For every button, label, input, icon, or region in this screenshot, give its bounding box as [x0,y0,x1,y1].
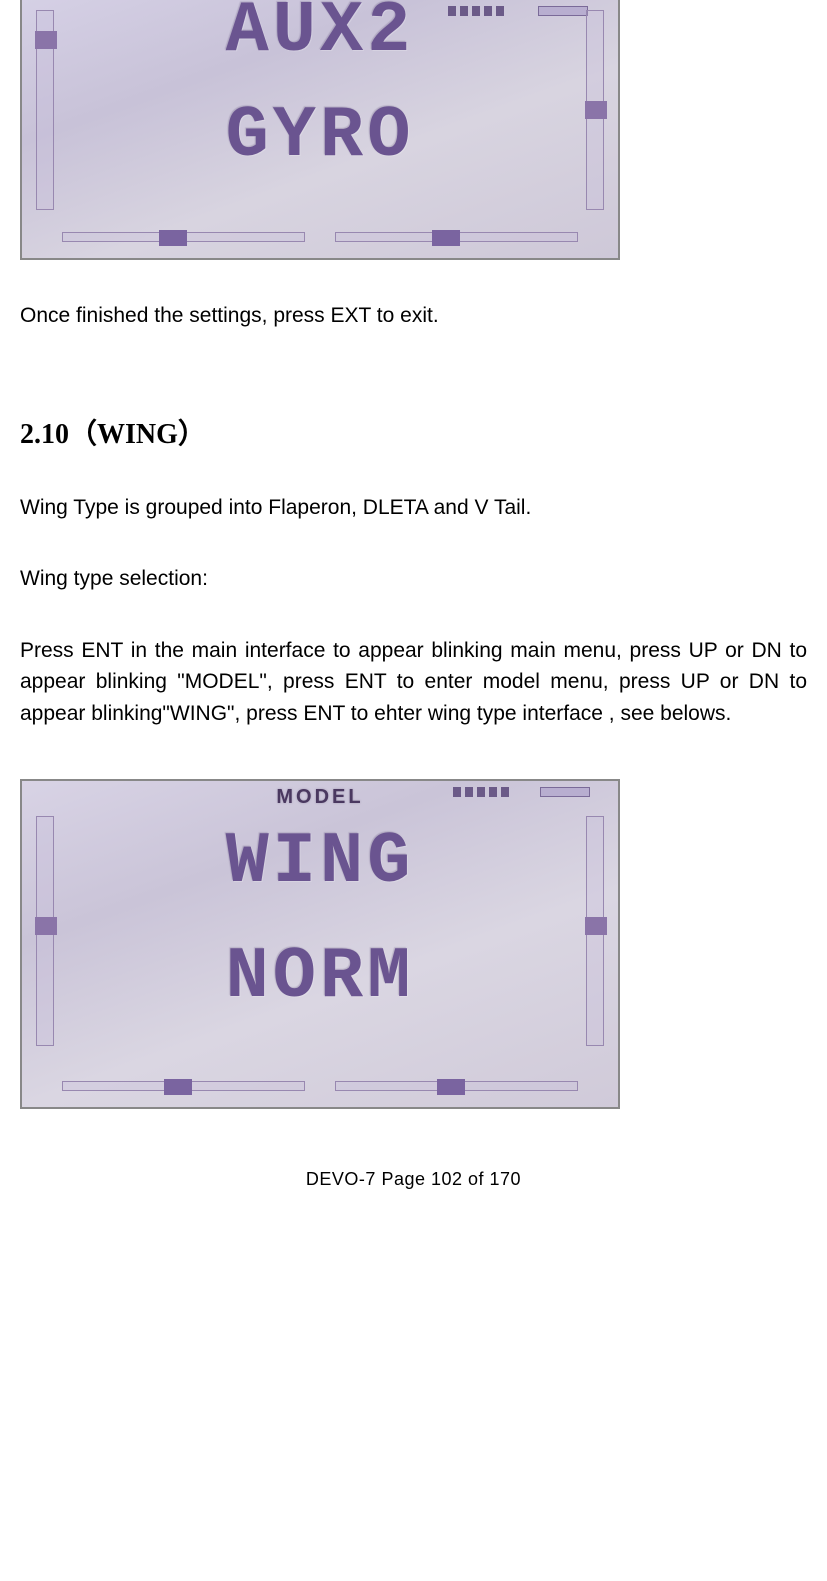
lcd-display: AUX2 GYRO [20,0,620,260]
left-trim-bar [36,10,54,210]
bottom-trim-left-marker [159,230,187,246]
bottom-trim-left-marker [164,1079,192,1095]
paragraph-wing-selection-label: Wing type selection: [20,563,807,595]
bottom-trim-right-marker [432,230,460,246]
page-footer: DEVO-7 Page 102 of 170 [0,1169,827,1190]
lcd-line-1: WING [82,821,558,903]
bottom-trim-bars [62,1075,578,1097]
lcd-screenshot-aux2: AUX2 GYRO [20,0,620,260]
bottom-trim-right-marker [437,1079,465,1095]
bottom-trim-right [335,232,578,242]
right-trim-marker [585,101,607,119]
bottom-trim-right [335,1081,578,1091]
paragraph-wing-types: Wing Type is grouped into Flaperon, DLET… [20,492,807,524]
paragraph-exit-instruction: Once finished the settings, press EXT to… [20,300,807,332]
lcd-line-1: AUX2 [82,0,558,72]
right-trim-bar [586,10,604,210]
left-trim-marker [35,917,57,935]
model-tab-label: MODEL [276,786,363,809]
right-trim-marker [585,917,607,935]
lcd-line-2: NORM [82,936,558,1018]
section-heading-wing: 2.10（WING） [20,412,807,452]
right-trim-bar [586,816,604,1046]
top-small-indicator [540,787,590,797]
left-trim-marker [35,31,57,49]
top-indicator [453,787,513,797]
bottom-trim-left [62,1081,305,1091]
bottom-trim-bars [62,226,578,248]
lcd-line-2: GYRO [82,95,558,177]
lcd-display: MODEL WING NORM [20,779,620,1109]
paragraph-wing-instructions: Press ENT in the main interface to appea… [20,635,807,730]
lcd-screenshot-wing: MODEL WING NORM [20,779,620,1109]
left-trim-bar [36,816,54,1046]
bottom-trim-left [62,232,305,242]
